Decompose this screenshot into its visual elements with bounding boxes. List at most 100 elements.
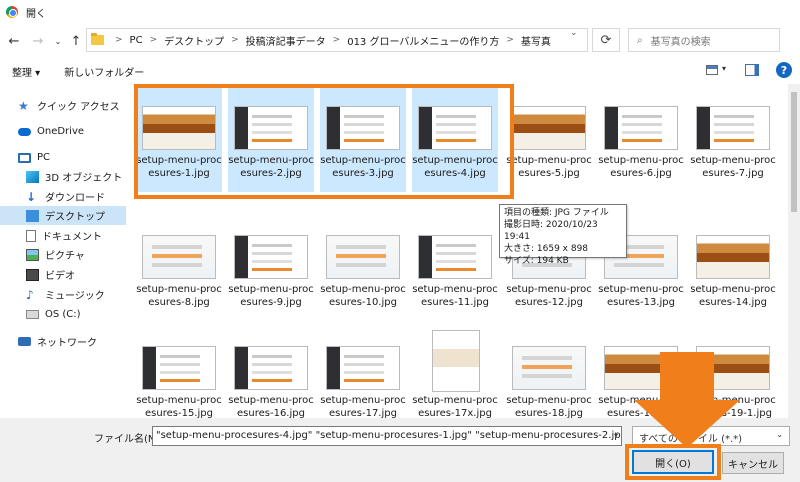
search-input[interactable]: ⌕ 基写真の検索 bbox=[628, 28, 780, 52]
tooltip-date-taken: 撮影日時: 2020/10/23 19:41 bbox=[504, 220, 598, 242]
sidebar-item-onedrive[interactable]: OneDrive bbox=[0, 122, 126, 141]
drive-icon bbox=[26, 310, 39, 319]
cloud-icon bbox=[18, 127, 31, 136]
file-name-label: setup-menu-procesures-8.jpg bbox=[136, 284, 222, 308]
file-name-label: setup-menu-procesures-16.jpg bbox=[228, 395, 314, 418]
sidebar-item-music[interactable]: ♪ ミュージック bbox=[0, 285, 126, 304]
tooltip-dimensions: 大きさ: 1659 x 898 bbox=[504, 244, 589, 254]
sidebar-item-pc[interactable]: PC bbox=[0, 148, 126, 167]
file-tile[interactable]: setup-menu-procesures-18.jpg bbox=[506, 328, 592, 418]
breadcrumb-separator[interactable]: > bbox=[333, 35, 341, 45]
star-icon: ★ bbox=[18, 98, 29, 113]
search-icon: ⌕ bbox=[637, 34, 643, 46]
sidebar-item-label: クイック アクセス bbox=[37, 102, 120, 113]
breadcrumb-separator[interactable]: > bbox=[231, 35, 239, 45]
up-arrow-icon[interactable]: ↑ bbox=[68, 31, 84, 51]
sidebar-item-os-drive[interactable]: OS (C:) bbox=[0, 305, 126, 324]
address-history-dropdown-icon[interactable]: ⌄ bbox=[570, 28, 578, 38]
3d-objects-icon bbox=[26, 170, 39, 183]
file-tile[interactable]: setup-menu-procesures-17x.jpg bbox=[412, 328, 498, 418]
file-name-label: setup-menu-procesures-9.jpg bbox=[228, 284, 314, 308]
document-icon bbox=[26, 229, 36, 242]
file-name-label: setup-menu-procesures-17x.jpg bbox=[412, 395, 498, 418]
sidebar-item-downloads[interactable]: ↓ ダウンロード bbox=[0, 187, 126, 206]
file-name-label: setup-menu-procesures-6.jpg bbox=[598, 155, 684, 179]
sidebar-item-network[interactable]: ネットワーク bbox=[0, 332, 126, 351]
view-mode-dropdown-icon[interactable]: ▾ bbox=[722, 64, 726, 73]
sidebar-item-label: デスクトップ bbox=[45, 212, 105, 223]
sidebar-item-label: OS (C:) bbox=[45, 309, 81, 320]
breadcrumb-separator[interactable]: > bbox=[150, 35, 158, 45]
recent-dropdown-icon[interactable]: ⌄ bbox=[50, 31, 66, 51]
file-name-label: setup-menu-procesures-17.jpg bbox=[320, 395, 406, 418]
file-name-label: setup-menu-procesures-14.jpg bbox=[690, 284, 776, 308]
tooltip-file-type: 項目の種類: JPG ファイル bbox=[504, 208, 609, 218]
pc-icon bbox=[18, 152, 31, 163]
file-name-label: setup-menu-procesures-12.jpg bbox=[506, 284, 592, 308]
help-icon[interactable]: ? bbox=[776, 62, 792, 78]
preview-pane-icon[interactable] bbox=[745, 64, 759, 76]
sidebar-item-desktop[interactable]: デスクトップ bbox=[0, 206, 126, 225]
breadcrumb-posted-data[interactable]: 投稿済記事データ bbox=[246, 33, 326, 48]
file-name-label: setup-menu-procesures-7.jpg bbox=[690, 155, 776, 179]
search-placeholder: 基写真の検索 bbox=[650, 36, 711, 48]
file-tile[interactable]: setup-menu-procesures-10.jpg bbox=[320, 217, 406, 321]
file-tile[interactable]: setup-menu-procesures-5.jpg bbox=[506, 88, 592, 192]
folder-icon bbox=[91, 33, 104, 45]
sidebar-item-label: ネットワーク bbox=[37, 338, 97, 349]
file-tile[interactable]: setup-menu-procesures-15.jpg bbox=[136, 328, 222, 418]
navigation-pane: ★ クイック アクセス OneDrive PC 3D オブジェクト ↓ ダウンロ… bbox=[0, 84, 128, 418]
cancel-button[interactable]: キャンセル bbox=[722, 452, 784, 474]
scrollbar-thumb[interactable] bbox=[791, 92, 797, 212]
sidebar-item-3d-objects[interactable]: 3D オブジェクト bbox=[0, 167, 126, 186]
address-bar[interactable]: > PC > デスクトップ > 投稿済記事データ > 013 グローバルメニュー… bbox=[86, 28, 588, 52]
file-tile[interactable]: setup-menu-procesures-11.jpg bbox=[412, 217, 498, 321]
sidebar-item-label: PC bbox=[37, 152, 51, 163]
chrome-icon bbox=[6, 6, 18, 18]
file-thumbnail bbox=[696, 106, 770, 150]
breadcrumb-global-menu[interactable]: 013 グローバルメニューの作り方 bbox=[347, 33, 499, 48]
sidebar-item-documents[interactable]: ドキュメント bbox=[0, 226, 126, 245]
breadcrumb-pc[interactable]: PC bbox=[130, 35, 143, 46]
breadcrumb-desktop[interactable]: デスクトップ bbox=[164, 33, 224, 48]
tooltip-size: サイズ: 194 KB bbox=[504, 256, 569, 266]
file-name-label: setup-menu-procesures-13.jpg bbox=[598, 284, 684, 308]
file-tile[interactable]: setup-menu-procesures-14.jpg bbox=[690, 217, 776, 321]
new-folder-button[interactable]: 新しいフォルダー bbox=[64, 64, 144, 79]
sidebar-item-label: OneDrive bbox=[37, 126, 85, 137]
open-button-highlight-box bbox=[625, 444, 721, 480]
filename-input[interactable]: "setup-menu-procesures-4.jpg" "setup-men… bbox=[152, 426, 622, 446]
sidebar-item-pictures[interactable]: ピクチャ bbox=[0, 245, 126, 264]
file-thumbnail bbox=[696, 235, 770, 279]
view-mode-icon[interactable] bbox=[706, 65, 718, 75]
network-icon bbox=[18, 337, 31, 346]
file-tile[interactable]: setup-menu-procesures-6.jpg bbox=[598, 88, 684, 192]
back-arrow-icon[interactable]: ← bbox=[6, 31, 22, 51]
file-tile[interactable]: setup-menu-procesures-9.jpg bbox=[228, 217, 314, 321]
file-thumbnail bbox=[432, 330, 480, 392]
sidebar-item-label: ダウンロード bbox=[45, 193, 105, 204]
breadcrumb-current-folder[interactable]: 基写真 bbox=[521, 33, 551, 48]
file-thumbnail bbox=[418, 235, 492, 279]
file-name-label: setup-menu-procesures-10.jpg bbox=[320, 284, 406, 308]
refresh-button[interactable]: ⟳ bbox=[592, 28, 620, 52]
title-bar: 開く bbox=[0, 0, 800, 24]
file-tile[interactable]: setup-menu-procesures-7.jpg bbox=[690, 88, 776, 192]
organize-button[interactable]: 整理 ▾ bbox=[12, 64, 40, 79]
filename-dropdown-icon[interactable]: ▾ bbox=[614, 431, 618, 440]
sidebar-item-videos[interactable]: ビデオ bbox=[0, 265, 126, 284]
forward-arrow-icon[interactable]: → bbox=[30, 31, 46, 51]
window-title: 開く bbox=[26, 8, 46, 20]
sidebar-item-quick-access[interactable]: ★ クイック アクセス bbox=[0, 96, 126, 115]
file-tile[interactable]: setup-menu-procesures-16.jpg bbox=[228, 328, 314, 418]
breadcrumb-separator[interactable]: > bbox=[506, 35, 514, 45]
file-thumbnail bbox=[604, 106, 678, 150]
breadcrumb-separator[interactable]: > bbox=[115, 35, 123, 45]
download-icon: ↓ bbox=[26, 189, 37, 204]
pictures-icon bbox=[26, 248, 39, 261]
vertical-scrollbar[interactable] bbox=[788, 84, 800, 418]
file-tile[interactable]: setup-menu-procesures-17.jpg bbox=[320, 328, 406, 418]
file-name-label: setup-menu-procesures-18.jpg bbox=[506, 395, 592, 418]
file-thumbnail bbox=[326, 346, 400, 390]
file-tile[interactable]: setup-menu-procesures-8.jpg bbox=[136, 217, 222, 321]
